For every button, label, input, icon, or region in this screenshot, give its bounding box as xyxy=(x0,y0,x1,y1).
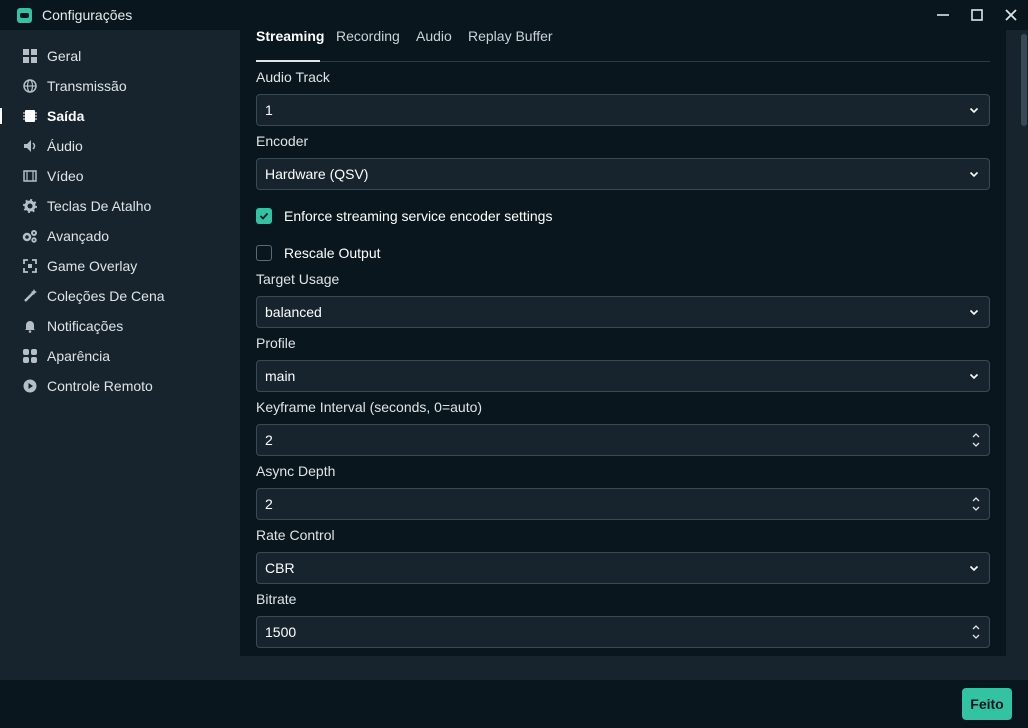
active-tab-indicator xyxy=(256,60,320,62)
async-depth-input[interactable]: 2 xyxy=(256,488,990,520)
speaker-icon xyxy=(22,138,38,154)
close-icon xyxy=(1005,9,1017,21)
sidebar-item-video[interactable]: Vídeo xyxy=(0,161,240,191)
sidebar-item-label: Coleções De Cena xyxy=(47,288,165,304)
chevron-down-icon xyxy=(969,171,979,178)
keyframe-interval-label: Keyframe Interval (seconds, 0=auto) xyxy=(256,399,483,415)
grid-icon xyxy=(22,48,38,64)
chevron-down-icon xyxy=(969,309,979,316)
sidebar-item-aparencia[interactable]: Aparência xyxy=(0,341,240,371)
rescale-output-label: Rescale Output xyxy=(284,245,381,261)
sidebar-item-label: Vídeo xyxy=(47,168,84,184)
async-depth-label: Async Depth xyxy=(256,463,336,479)
palette-icon xyxy=(22,348,38,364)
async-depth-value: 2 xyxy=(265,496,273,512)
bell-icon xyxy=(22,318,38,334)
gears-icon xyxy=(22,228,38,244)
bitrate-input[interactable]: 1500 xyxy=(256,616,990,648)
sidebar-item-colecoes-de-cena[interactable]: Coleções De Cena xyxy=(0,281,240,311)
footer-bar: Feito xyxy=(0,680,1028,728)
spinner-arrows-icon[interactable] xyxy=(971,430,981,450)
sidebar-item-audio[interactable]: Áudio xyxy=(0,131,240,161)
sidebar-item-label: Transmissão xyxy=(47,78,127,94)
sidebar-item-label: Game Overlay xyxy=(47,258,138,274)
sidebar-item-saida[interactable]: Saída xyxy=(0,101,240,131)
target-usage-label: Target Usage xyxy=(256,271,340,287)
maximize-icon xyxy=(971,9,983,21)
sidebar-item-label: Aparência xyxy=(47,348,111,364)
tab-replay-buffer[interactable]: Replay Buffer xyxy=(468,29,553,43)
tab-recording[interactable]: Recording xyxy=(336,29,400,43)
scrollbar[interactable] xyxy=(1018,30,1028,680)
globe-icon xyxy=(22,78,38,94)
spinner-arrows-icon[interactable] xyxy=(971,622,981,642)
play-circle-icon xyxy=(22,378,38,394)
profile-select[interactable]: main xyxy=(256,360,990,392)
profile-value: main xyxy=(265,368,296,384)
sidebar-item-label: Áudio xyxy=(47,138,83,154)
chevron-down-icon xyxy=(969,107,979,114)
settings-sidebar: Geral Transmissão Saída Áudio Vídeo Tecl… xyxy=(0,30,240,680)
rate-control-select[interactable]: CBR xyxy=(256,552,990,584)
sidebar-item-label: Saída xyxy=(47,108,85,124)
title-bar: Configurações xyxy=(0,0,1028,30)
sidebar-item-notificacoes[interactable]: Notificações xyxy=(0,311,240,341)
sidebar-item-label: Avançado xyxy=(47,228,110,244)
sidebar-item-label: Notificações xyxy=(47,318,124,334)
checkbox-unchecked-icon xyxy=(256,245,272,261)
rate-control-value: CBR xyxy=(265,560,295,576)
close-button[interactable] xyxy=(994,0,1028,30)
sidebar-item-transmissao[interactable]: Transmissão xyxy=(0,71,240,101)
film-icon xyxy=(22,168,38,184)
encoder-label: Encoder xyxy=(256,133,309,149)
maximize-button[interactable] xyxy=(960,0,994,30)
tab-audio[interactable]: Audio xyxy=(416,29,452,43)
sidebar-item-game-overlay[interactable]: Game Overlay xyxy=(0,251,240,281)
audio-track-value: 1 xyxy=(265,102,273,118)
gear-icon xyxy=(22,198,38,214)
keyframe-interval-input[interactable]: 2 xyxy=(256,424,990,456)
window-controls xyxy=(926,0,1028,30)
audio-track-select[interactable]: 1 xyxy=(256,94,990,126)
audio-track-label: Audio Track xyxy=(256,69,330,85)
keyframe-interval-value: 2 xyxy=(265,432,273,448)
sidebar-item-label: Teclas De Atalho xyxy=(47,198,152,214)
profile-label: Profile xyxy=(256,335,296,351)
sidebar-item-geral[interactable]: Geral xyxy=(0,41,240,71)
enforce-encoder-settings-checkbox[interactable]: Enforce streaming service encoder settin… xyxy=(256,207,552,225)
rescale-output-checkbox[interactable]: Rescale Output xyxy=(256,244,381,262)
target-usage-select[interactable]: balanced xyxy=(256,296,990,328)
rate-control-label: Rate Control xyxy=(256,527,335,543)
chevron-down-icon xyxy=(969,565,979,572)
output-tabs: Streaming Recording Audio Replay Buffer xyxy=(256,29,990,62)
wand-icon xyxy=(22,288,38,304)
sidebar-item-avancado[interactable]: Avançado xyxy=(0,221,240,251)
overlay-icon xyxy=(22,258,38,274)
app-logo-icon xyxy=(17,7,32,23)
window-title: Configurações xyxy=(42,7,133,23)
output-settings-panel: Streaming Recording Audio Replay Buffer … xyxy=(240,29,1006,656)
minimize-button[interactable] xyxy=(926,0,960,30)
sidebar-item-controle-remoto[interactable]: Controle Remoto xyxy=(0,371,240,401)
enforce-encoder-settings-label: Enforce streaming service encoder settin… xyxy=(284,208,553,224)
encoder-value: Hardware (QSV) xyxy=(265,166,369,182)
target-usage-value: balanced xyxy=(265,304,322,320)
checkbox-checked-icon xyxy=(256,208,272,224)
tab-streaming[interactable]: Streaming xyxy=(256,29,324,43)
sidebar-item-label: Controle Remoto xyxy=(47,378,153,394)
encoder-select[interactable]: Hardware (QSV) xyxy=(256,158,990,190)
scrollbar-thumb[interactable] xyxy=(1021,34,1027,126)
sidebar-item-teclas-de-atalho[interactable]: Teclas De Atalho xyxy=(0,191,240,221)
sidebar-item-label: Geral xyxy=(47,48,82,64)
chip-icon xyxy=(22,108,38,124)
done-button[interactable]: Feito xyxy=(962,688,1012,720)
minimize-icon xyxy=(937,14,949,16)
bitrate-label: Bitrate xyxy=(256,591,297,607)
chevron-down-icon xyxy=(969,373,979,380)
spinner-arrows-icon[interactable] xyxy=(971,494,981,514)
bitrate-value: 1500 xyxy=(265,624,297,640)
